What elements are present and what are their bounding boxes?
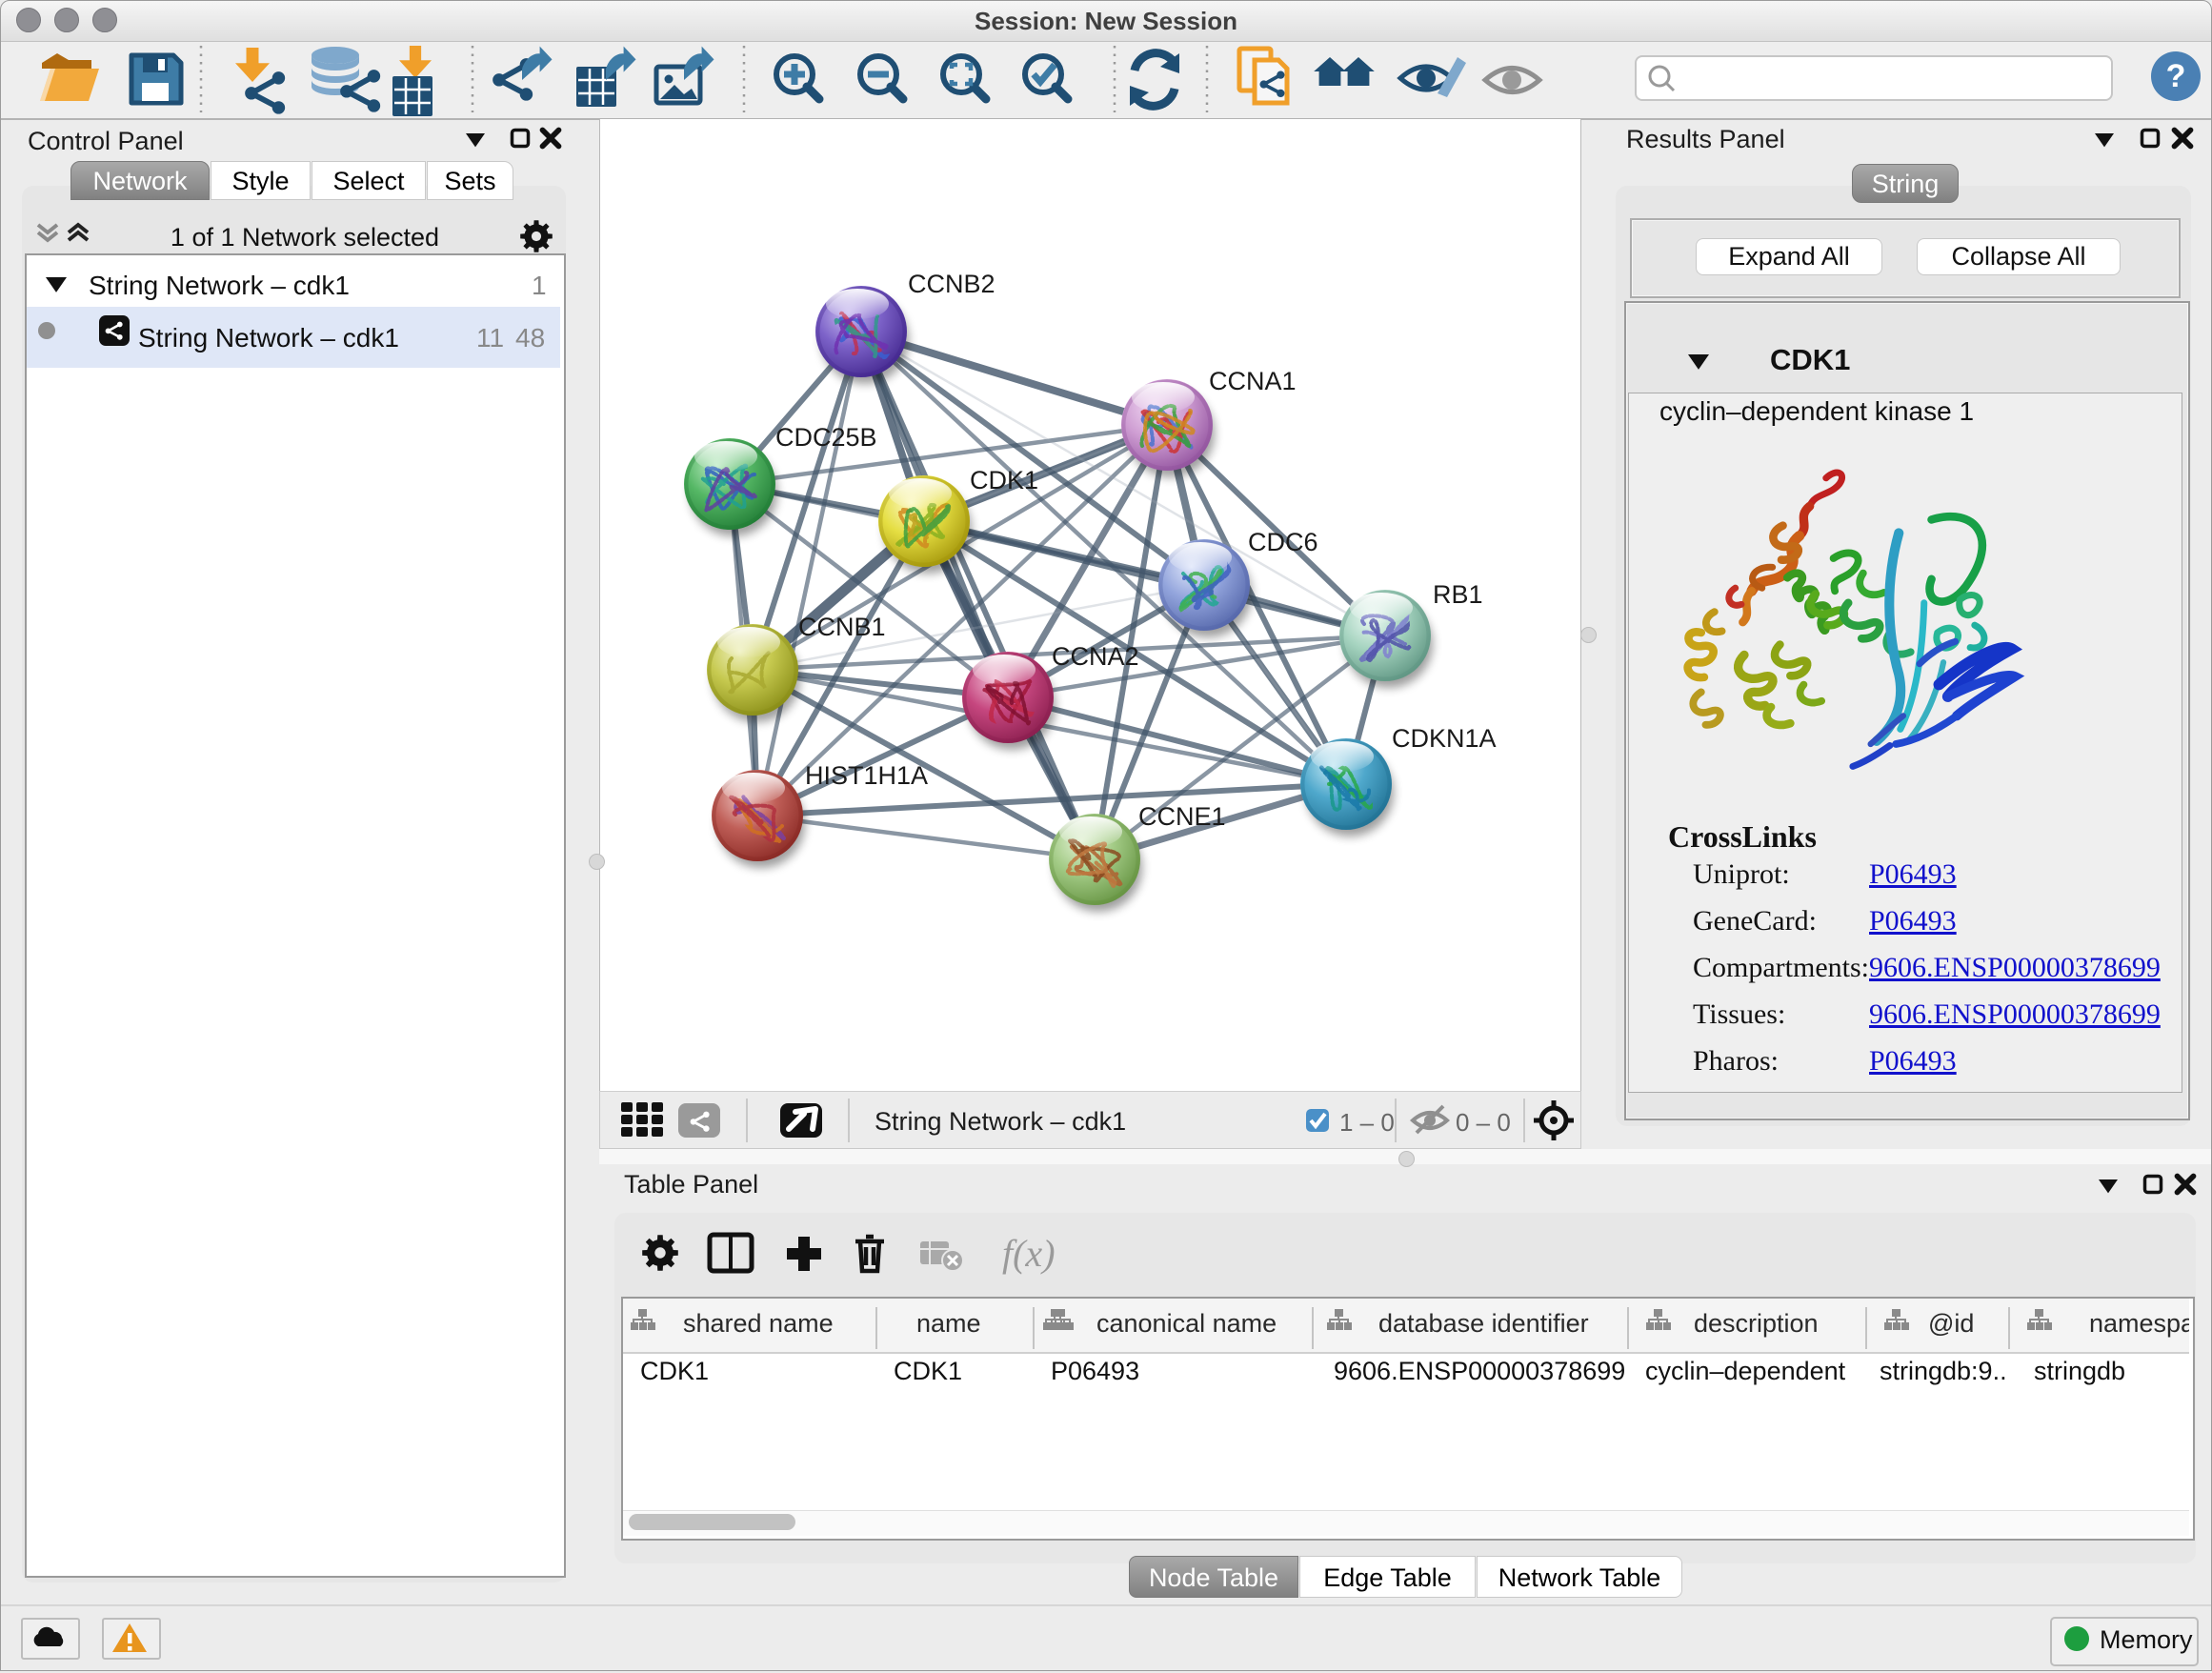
svg-text:CDC6: CDC6 — [1248, 528, 1318, 556]
svg-text:HIST1H1A: HIST1H1A — [805, 761, 928, 790]
svg-text:CCNA1: CCNA1 — [1209, 367, 1297, 395]
svg-text:CDKN1A: CDKN1A — [1392, 724, 1497, 753]
svg-text:CDK1: CDK1 — [970, 466, 1038, 494]
svg-text:CCNA2: CCNA2 — [1052, 642, 1139, 671]
svg-text:CCNB1: CCNB1 — [798, 613, 886, 641]
svg-text:CCNB2: CCNB2 — [908, 270, 995, 298]
svg-text:CCNE1: CCNE1 — [1138, 802, 1226, 831]
svg-text:CDC25B: CDC25B — [775, 423, 877, 452]
svg-text:RB1: RB1 — [1433, 580, 1483, 609]
